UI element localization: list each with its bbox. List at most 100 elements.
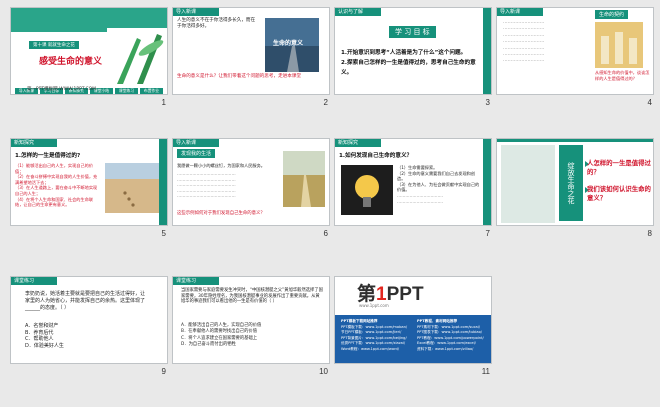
slide-thumbnail-3[interactable]: 认识与了解 学 习 目 标 1.开始意识到思考“人活着是为了什么”这个问题。 2…	[334, 7, 492, 107]
slide-header: 新知探究	[335, 139, 381, 147]
image-caption: 生命的意义	[273, 40, 304, 47]
slide-sorter-grid: 第十课 就就生命之花 感受生命的意义 导入新课 学习目标 新知探究 课堂小结 课…	[0, 0, 660, 407]
question-text: 从感知生命的价值中，谈谈怎样的人生是值得过的？	[595, 70, 650, 81]
slide-2-canvas: 导入新课 人生的意义不在于你活得多长久，而在于你活得多好。 生命的意义 生命的意…	[172, 7, 330, 95]
body-text: 人生的意义不在于你活得多长久，而在于你活得多好。	[177, 18, 256, 30]
question-text: 当国家需要与家庭需要发生冲突时，“中国核潜艇之父”黄旭华毅然选择了国家需要，30…	[181, 288, 323, 305]
slide-6-canvas: 导入新课 发现我的生活 我愿做一颗小小的螺丝钉，为国家和人民服务。 …………………	[172, 138, 330, 226]
link-item[interactable]: 优秀PPT下载：www.1ppt.com/xiazai/	[341, 341, 409, 347]
slide-number: 3	[485, 98, 490, 107]
slide-4-canvas: 导入新课 ………………………………………………………………………………………………	[496, 7, 654, 95]
slide-1-canvas: 第十课 就就生命之花 感受生命的意义 导入新课 学习目标 新知探究 课堂小结 课…	[10, 7, 168, 95]
section-heading: 1.怎样的一生是值得过的?	[15, 153, 81, 159]
question-text: 李奶奶说，她活着主要就是要把自己的生活过得好，让家里的人为她省心，并能发挥自己的…	[25, 291, 146, 311]
slide-thumbnail-10[interactable]: 课堂练习 当国家需要与家庭需要发生冲突时，“中国核潜艇之父”黄旭华毅然选择了国家…	[172, 276, 330, 376]
point-item: （1）能够活出自己的人生，实现自己的价值；	[15, 163, 94, 174]
slide-5-canvas: 新知探究 1.怎样的一生是值得过的? （1）能够活出自己的人生，实现自己的价值；…	[10, 138, 168, 226]
slide-thumbnail-9[interactable]: 课堂练习 李奶奶说，她活着主要就是要把自己的生活过得好，让家里的人为她省心，并能…	[10, 276, 168, 376]
slide-thumbnail-2[interactable]: 导入新课 人生的意义不在于你活得多长久，而在于你活得多好。 生命的意义 生命的意…	[172, 7, 330, 107]
light-bulb-image	[341, 165, 393, 215]
side-bar	[159, 139, 167, 225]
section-badge: 发现我的生活	[177, 149, 216, 158]
slide-number: 2	[323, 98, 328, 107]
slide-9-canvas: 课堂练习 李奶奶说，她活着主要就是要把自己的生活过得好，让家里的人为她省心，并能…	[10, 276, 168, 364]
brand-logo: 第1PPT	[357, 284, 424, 305]
footer-text: 第一PPT模板网-WWW.1PPT.COM	[27, 87, 97, 92]
slide-number: 5	[161, 229, 166, 238]
slide-number: 1	[161, 98, 166, 107]
slide-8-canvas: 绽放生命之花 人怎样的一生是值得过的？ 我们该如何认识生命的意义？	[496, 138, 654, 226]
option-d[interactable]: D．为自己奋斗而付出的牺牲	[181, 342, 261, 348]
link-item[interactable]: 资料下载：www.1ppt.com/ziliao/	[417, 347, 485, 353]
slide-number: 10	[319, 367, 328, 376]
bamboo-leaf-image	[107, 28, 167, 84]
option-d[interactable]: D．体验美好人生	[25, 343, 64, 350]
filler-text: ……………………………………………………………………………………………………………	[177, 171, 236, 199]
link-item[interactable]: Word教程：www.1ppt.com/word/	[341, 347, 409, 353]
points-list: （1）生命需要探索。 （2）生命的意义需要我们自己去发现和创造。 （3）在为他人…	[397, 165, 480, 204]
goal-item: 2.探索自己怎样的一生是值得过的，思考自己生命的意义。	[341, 60, 476, 76]
point-item: （3）在人生道路上，要在奋斗中不断地实现自己的人生；	[15, 185, 98, 196]
point-item: （3）在为他人、为社会做贡献中实现自己的价值。	[397, 181, 480, 193]
goals-title: 学 习 目 标	[389, 26, 436, 38]
slide-thumbnail-1[interactable]: 第十课 就就生命之花 感受生命的意义 导入新课 学习目标 新知探究 课堂小结 课…	[10, 7, 168, 107]
goal-item: 1.开始意识到思考“人活着是为了什么”这个问题。	[341, 50, 467, 56]
slide-header: 新知探究	[11, 139, 57, 147]
point-item: （2）在奋斗拼搏中实现自我的人生价值，充满希望地活下去；	[15, 174, 98, 185]
links-panel: PPT模板下载网站推荐 PPT模板下载：www.1ppt.com/moban/ …	[335, 315, 491, 363]
slide-thumbnail-6[interactable]: 导入新课 发现我的生活 我愿做一颗小小的螺丝钉，为国家和人民服务。 …………………	[172, 138, 330, 238]
slide-number: 4	[647, 98, 652, 107]
slide-number: 9	[161, 367, 166, 376]
slide-thumbnail-5[interactable]: 新知探究 1.怎样的一生是值得过的? （1）能够活出自己的人生，实现自己的价值；…	[10, 138, 168, 238]
slide-header: 课堂练习	[11, 277, 57, 285]
slide-thumbnail-7[interactable]: 新知探究 1.如何发现自己生命的意义？ （1）生命需要探索。 （2）生命的意义需…	[334, 138, 492, 238]
question-1: 人怎样的一生是值得过的？	[587, 159, 651, 176]
slide-11-canvas: 第1PPT www.1ppt.com PPT模板下载网站推荐 PPT模板下载：w…	[334, 276, 492, 364]
slide-header: 导入新课	[497, 8, 543, 16]
link-item[interactable]: Excel教程：www.1ppt.com/excel/	[417, 341, 485, 347]
options-list: A．名誉和财产 B．养育后代 C．帮助他人 D．体验美好人生	[25, 323, 64, 349]
tab-exercise[interactable]: 课堂练习	[115, 88, 138, 94]
option-c[interactable]: C．将个人追求建立在国家需要的基础上	[181, 336, 261, 342]
left-links: PPT模板下载网站推荐 PPT模板下载：www.1ppt.com/moban/ …	[341, 319, 409, 352]
section-badge: 绽放生命之花	[559, 145, 583, 221]
decor-panel	[501, 145, 555, 223]
points-list: （1）能够活出自己的人生，实现自己的价值； （2）在奋斗拼搏中实现自我的人生价值…	[15, 163, 99, 208]
link-item[interactable]: PPT图表下载：www.1ppt.com/tubiao/	[417, 330, 485, 336]
body-text-block: ……………………………………………………………………………………………………………	[503, 20, 545, 64]
candle-bottles-image	[595, 22, 643, 68]
question-text: 这些示例如何对于我们发现自己生命的意义？	[177, 211, 265, 216]
slide-number: 6	[323, 229, 328, 238]
slide-thumbnail-4[interactable]: 导入新课 ………………………………………………………………………………………………	[496, 7, 654, 107]
slide-7-canvas: 新知探究 1.如何发现自己生命的意义？ （1）生命需要探索。 （2）生命的意义需…	[334, 138, 492, 226]
section-heading: 1.如何发现自己生命的意义？	[339, 153, 413, 159]
slide-number: 11	[481, 367, 490, 376]
tab-homework[interactable]: 布置作业	[140, 88, 163, 94]
slide-thumbnail-11[interactable]: 第1PPT www.1ppt.com PPT模板下载网站推荐 PPT模板下载：w…	[334, 276, 492, 376]
option-a[interactable]: A．名誉和财产	[25, 323, 64, 330]
slide-number: 8	[647, 229, 652, 238]
slide-header: 认识与了解	[335, 8, 381, 16]
slide-10-canvas: 课堂练习 当国家需要与家庭需要发生冲突时，“中国核潜艇之父”黄旭华毅然选择了国家…	[172, 276, 330, 364]
point-item: （4）在将个人生命和国家、社会的生命联结，让自己的生命更有意义。	[15, 196, 94, 208]
country-road-image	[283, 151, 325, 207]
slide-3-canvas: 认识与了解 学 习 目 标 1.开始意识到思考“人活着是为了什么”这个问题。 2…	[334, 7, 492, 95]
slide-number: 7	[485, 229, 490, 238]
body-text: 我愿做一颗小小的螺丝钉，为国家和人民服务。	[177, 163, 265, 168]
desert-footprints-image	[105, 163, 159, 213]
slide-header: 课堂练习	[173, 277, 219, 285]
right-links: PPT教程、素材网站推荐 PPT素材下载：www.1ppt.com/sucai/…	[417, 319, 485, 352]
lesson-tag: 第十课 就就生命之花	[29, 41, 79, 49]
option-b[interactable]: B．在奉献他人的需要时找出自己的价值	[181, 329, 261, 335]
slide-header: 导入新课	[173, 139, 219, 147]
slide-thumbnail-8[interactable]: 绽放生命之花 人怎样的一生是值得过的？ 我们该如何认识生命的意义？ 8	[496, 138, 654, 238]
question-2: 我们该如何认识生命的意义？	[587, 185, 651, 202]
goals-list: 1.开始意识到思考“人活着是为了什么”这个问题。 2.探索自己怎样的一生是值得过…	[341, 48, 481, 78]
section-badge: 生命的契约	[595, 10, 629, 19]
logo-url: www.1ppt.com	[359, 303, 389, 308]
link-item[interactable]: 节日PPT模板：www.1ppt.com/jieri/	[341, 330, 409, 336]
top-bar	[497, 139, 653, 142]
options-list: A．能够活出自己的人生，实现自己的价值 B．在奉献他人的需要时找出自己的价值 C…	[181, 323, 261, 348]
question-text: 生命的意义是什么？让我们带着这个问题的思考，走进本课堂	[177, 74, 302, 79]
slide-title: 感受生命的意义	[39, 57, 103, 67]
